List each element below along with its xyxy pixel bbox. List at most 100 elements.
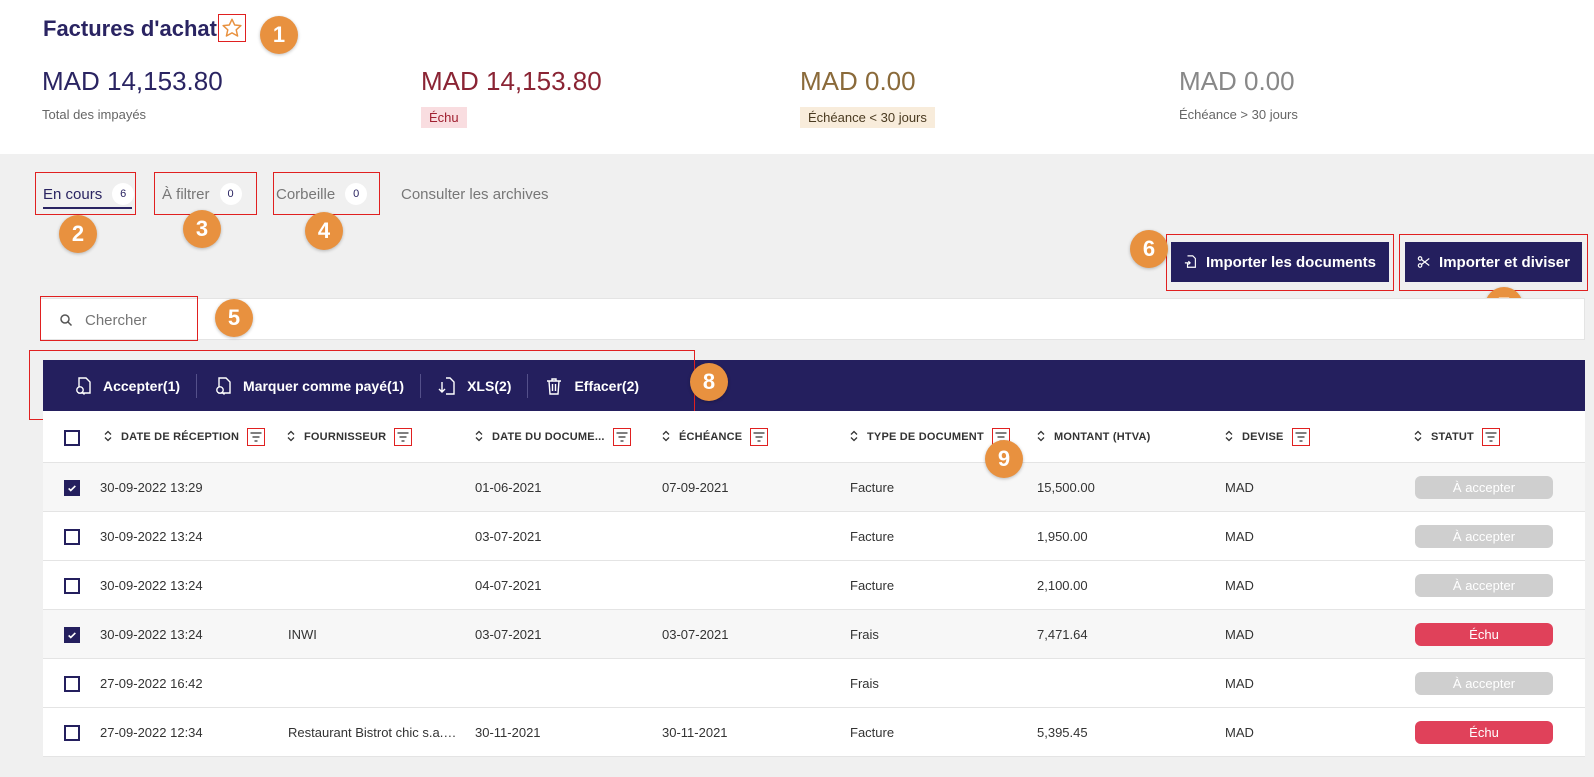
select-all-checkbox[interactable] bbox=[64, 430, 80, 446]
callout-4: 4 bbox=[305, 212, 343, 250]
cell-due: 07-09-2021 bbox=[662, 480, 729, 495]
cell-amount: 7,471.64 bbox=[1037, 627, 1088, 642]
stat-amount: MAD 0.00 bbox=[1179, 66, 1295, 96]
row-checkbox[interactable] bbox=[64, 578, 80, 594]
highlight-import-split bbox=[1399, 234, 1588, 291]
column-header-label: TYPE DE DOCUMENT bbox=[867, 431, 984, 443]
cell-type: Frais bbox=[850, 627, 879, 642]
favorite-star-icon[interactable] bbox=[218, 14, 246, 42]
checkmark-icon bbox=[68, 485, 76, 492]
table-header: DATE DE RÉCEPTION FOURNISSEUR DATE DU DOCU… bbox=[43, 411, 1585, 463]
sort-icon[interactable] bbox=[474, 430, 484, 445]
cell-doc_date: 03-07-2021 bbox=[475, 627, 542, 642]
sort-icon[interactable] bbox=[103, 430, 113, 445]
column-header[interactable]: STATUT bbox=[1413, 411, 1500, 463]
tab-label: Consulter les archives bbox=[401, 185, 549, 203]
cell-supplier: INWI bbox=[288, 627, 317, 642]
row-checkbox[interactable] bbox=[64, 676, 80, 692]
cell-amount: 2,100.00 bbox=[1037, 578, 1088, 593]
row-checkbox[interactable] bbox=[64, 725, 80, 741]
column-header-label: DATE DE RÉCEPTION bbox=[121, 431, 240, 443]
cell-currency: MAD bbox=[1225, 676, 1254, 691]
cell-received: 30-09-2022 13:24 bbox=[100, 578, 203, 593]
stat-label: Échéance > 30 jours bbox=[1179, 107, 1298, 122]
cell-currency: MAD bbox=[1225, 480, 1254, 495]
sort-icon[interactable] bbox=[286, 430, 296, 445]
cell-received: 30-09-2022 13:24 bbox=[100, 529, 203, 544]
row-checkbox[interactable] bbox=[64, 480, 80, 496]
stat-label: Total des impayés bbox=[42, 107, 147, 122]
column-header[interactable]: ÉCHÉANCE bbox=[661, 411, 769, 463]
callout-8: 8 bbox=[690, 363, 728, 401]
stat-label: Échéance < 30 jours bbox=[800, 107, 935, 128]
stat-label: Échu bbox=[421, 107, 467, 128]
sort-icon[interactable] bbox=[1036, 430, 1046, 445]
search-bar bbox=[40, 298, 1585, 341]
status-badge: À accepter bbox=[1415, 574, 1553, 597]
column-header[interactable]: DATE DE RÉCEPTION bbox=[103, 411, 266, 463]
cell-supplier bbox=[288, 659, 463, 708]
cell-currency: MAD bbox=[1225, 578, 1254, 593]
sort-icon[interactable] bbox=[661, 430, 671, 445]
cell-amount: 1,950.00 bbox=[1037, 529, 1088, 544]
cell-type: Facture bbox=[850, 725, 895, 740]
status-badge: À accepter bbox=[1415, 672, 1553, 695]
column-header-label: DEVISE bbox=[1242, 431, 1284, 443]
stat-amount: MAD 0.00 bbox=[800, 66, 916, 96]
stat-due-under-30: MAD 0.00 Échéance < 30 jours bbox=[800, 66, 935, 128]
filter-icon[interactable] bbox=[750, 428, 769, 446]
column-header[interactable]: MONTANT (HTVA) bbox=[1036, 411, 1150, 463]
cell-doc_date: 30-11-2021 bbox=[475, 725, 541, 740]
summary-header: Factures d'achat 1 MAD 14,153.80 Total d… bbox=[0, 0, 1594, 154]
cell-received: 27-09-2022 16:42 bbox=[100, 676, 203, 691]
column-header-label: DATE DU DOCUME... bbox=[492, 431, 605, 443]
sort-icon[interactable] bbox=[1224, 430, 1234, 445]
table-row[interactable]: 30-09-2022 13:24 INWI 03-07-2021 03-07-2021… bbox=[43, 610, 1585, 659]
filter-icon[interactable] bbox=[612, 428, 631, 446]
column-header-label: MONTANT (HTVA) bbox=[1054, 431, 1151, 443]
cell-type: Facture bbox=[850, 480, 895, 495]
column-header[interactable]: FOURNISSEUR bbox=[286, 411, 413, 463]
table-row[interactable]: 30-09-2022 13:24 03-07-2021 Facture 1,950.0… bbox=[43, 512, 1585, 561]
cell-received: 30-09-2022 13:24 bbox=[100, 627, 203, 642]
highlight-tab-a-filtrer bbox=[154, 172, 257, 215]
invoices-table: DATE DE RÉCEPTION FOURNISSEUR DATE DU DOCU… bbox=[43, 411, 1585, 757]
filter-icon[interactable] bbox=[1291, 428, 1310, 446]
cell-amount: 5,395.45 bbox=[1037, 725, 1088, 740]
status-badge: À accepter bbox=[1415, 525, 1553, 548]
table-row[interactable]: 30-09-2022 13:24 04-07-2021 Facture 2,100.0… bbox=[43, 561, 1585, 610]
cell-type: Facture bbox=[850, 578, 895, 593]
cell-type: Frais bbox=[850, 676, 879, 691]
callout-9: 9 bbox=[985, 440, 1023, 478]
column-header-label: STATUT bbox=[1431, 431, 1474, 443]
row-checkbox[interactable] bbox=[64, 627, 80, 643]
cell-doc_date: 04-07-2021 bbox=[475, 578, 542, 593]
column-header-label: ÉCHÉANCE bbox=[679, 431, 743, 443]
column-header-label: FOURNISSEUR bbox=[304, 431, 387, 443]
tab-archives[interactable]: Consulter les archives bbox=[401, 172, 549, 216]
table-row[interactable]: 30-09-2022 13:29 01-06-2021 07-09-2021 Fact… bbox=[43, 463, 1585, 512]
callout-5: 5 bbox=[215, 299, 253, 337]
highlight-tab-corbeille bbox=[273, 172, 380, 215]
table-row[interactable]: 27-09-2022 16:42 Frais MAD À accepter bbox=[43, 659, 1585, 708]
filter-icon[interactable] bbox=[247, 428, 266, 446]
filter-icon[interactable] bbox=[1481, 428, 1500, 446]
row-checkbox[interactable] bbox=[64, 529, 80, 545]
cell-currency: MAD bbox=[1225, 529, 1254, 544]
table-row[interactable]: 27-09-2022 12:34 Restaurant Bistrot chic … bbox=[43, 708, 1585, 757]
stat-amount: MAD 14,153.80 bbox=[42, 66, 223, 96]
column-header[interactable]: DEVISE bbox=[1224, 411, 1310, 463]
column-header[interactable]: DATE DU DOCUME... bbox=[474, 411, 631, 463]
sort-icon[interactable] bbox=[849, 430, 859, 445]
cell-supplier bbox=[288, 512, 463, 561]
stat-amount: MAD 14,153.80 bbox=[421, 66, 602, 96]
highlight-action-bar bbox=[29, 350, 695, 420]
sort-icon[interactable] bbox=[1413, 430, 1423, 445]
filter-icon[interactable] bbox=[394, 428, 413, 446]
cell-supplier bbox=[288, 463, 463, 512]
callout-3: 3 bbox=[183, 210, 221, 248]
cell-supplier bbox=[288, 561, 463, 610]
callout-6: 6 bbox=[1130, 230, 1168, 268]
cell-received: 27-09-2022 12:34 bbox=[100, 725, 203, 740]
stat-due-over-30: MAD 0.00 Échéance > 30 jours bbox=[1179, 66, 1298, 124]
